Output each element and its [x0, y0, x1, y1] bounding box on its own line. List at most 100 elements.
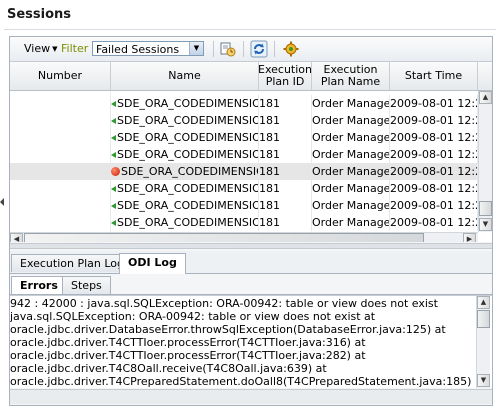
chevron-down-icon: ▼ [52, 45, 58, 53]
toolbar-separator [213, 41, 214, 57]
ok-status-icon [111, 220, 116, 226]
table-row[interactable]: SDE_ORA_CODEDIMENSION_DI181Order Managem… [10, 112, 478, 129]
splitter-handle[interactable] [10, 243, 492, 249]
cell-start-time: 2009-08-01 12:26 [390, 180, 478, 197]
cell-plan-name: Order Managem [312, 214, 390, 231]
tab-errors[interactable]: Errors [11, 276, 67, 294]
session-name: SDE_ORA_CODEDIMENSION_Cl [117, 148, 258, 161]
session-name: SDE_ORA_CODEDIMENSION_Cl [117, 182, 258, 195]
table-header: Number Name Execution Plan ID Execution … [10, 62, 492, 91]
cell-plan-id: 181 [259, 129, 312, 146]
log-line: oracle.jdbc.driver.T4C8Oall.receive(T4C8… [10, 362, 327, 375]
error-status-icon [111, 167, 120, 176]
ok-status-icon [111, 203, 116, 209]
cell-start-time: 2009-08-01 12:26 [390, 163, 478, 180]
cell-name: SDE_ORA_CODEDIMENSION_Cl [111, 129, 259, 146]
column-header-name[interactable]: Name [111, 62, 259, 90]
run-button[interactable] [282, 40, 300, 58]
sessions-table: Number Name Execution Plan ID Execution … [10, 62, 492, 242]
ok-status-icon [111, 101, 116, 107]
cell-number [10, 129, 111, 146]
ok-status-icon [111, 118, 116, 124]
table-row[interactable]: SDE_ORA_CODEDIMENSION_Cl181Order Managem… [10, 180, 478, 197]
status-strip [10, 389, 492, 404]
scroll-thumb[interactable] [479, 201, 492, 216]
tab-steps[interactable]: Steps [62, 276, 111, 294]
toolbar: View ▼ Filter Failed Sessions ▼ [10, 37, 492, 62]
log-line: 942 : 42000 : java.sql.SQLException: ORA… [10, 297, 438, 310]
cell-number [10, 163, 111, 180]
run-icon [283, 41, 299, 57]
cell-start-time: 2009-08-01 12:26 [390, 129, 478, 146]
cell-number [10, 180, 111, 197]
ok-status-icon [111, 186, 116, 192]
refresh-icon [250, 40, 268, 58]
column-header-plan-id[interactable]: Execution Plan ID [258, 62, 312, 90]
cell-plan-id: 181 [259, 180, 312, 197]
table-row[interactable]: SDE_ORA_CODEDIMENSION_Cl181Order Managem… [10, 129, 478, 146]
scroll-down-button[interactable]: ▼ [479, 218, 492, 231]
cell-plan-id: 181 [259, 163, 312, 180]
title-divider [4, 29, 496, 30]
log-line: oracle.jdbc.driver.DatabaseError.throwSq… [10, 323, 446, 336]
odi-log-subtabs: Errors Steps [10, 275, 492, 295]
cell-plan-name: Order Managem [312, 146, 390, 163]
scroll-thumb[interactable] [24, 233, 424, 242]
ok-status-icon [111, 135, 116, 141]
cell-plan-id: 181 [259, 112, 312, 129]
tab-odi-log[interactable]: ODI Log [119, 253, 186, 274]
cell-number [10, 112, 111, 129]
table-row[interactable]: SDE_ORA_CODEDIMENSION_Cl181Order Managem… [10, 146, 478, 163]
scroll-up-button[interactable]: ▲ [477, 296, 490, 309]
log-vertical-scrollbar[interactable]: ▲ ▼ [476, 296, 490, 388]
session-name: SDE_ORA_CODEDIMENSION_C [117, 199, 259, 212]
table-vertical-scrollbar[interactable]: ▲ ▼ [478, 91, 492, 232]
cell-number [10, 146, 111, 163]
cell-name: SDE_ORA_CODEDIMENSION_D [111, 95, 259, 112]
session-name: SDE_ORA_CODEDIMENSION_D [117, 97, 259, 110]
log-line: oracle.jdbc.driver.T4CTTIoer.processErro… [10, 349, 366, 362]
cell-name: SDE_ORA_CODEDIMENSION_C( [111, 214, 259, 231]
cell-plan-id: 181 [259, 95, 312, 112]
scroll-right-button[interactable]: ▶ [463, 233, 476, 242]
scroll-thumb[interactable] [477, 310, 490, 328]
ok-status-icon [111, 152, 116, 158]
cell-plan-id: 181 [259, 214, 312, 231]
view-menu[interactable]: View ▼ [24, 42, 58, 55]
table-row[interactable]: SDE_ORA_CODEDIMENSION_Cl181Order Managem… [10, 163, 478, 180]
refresh-button[interactable] [250, 40, 268, 58]
cell-name: SDE_ORA_CODEDIMENSION_DI [111, 112, 259, 129]
filter-select[interactable]: Failed Sessions ▼ [92, 41, 204, 56]
cell-plan-name: Order Managem [312, 163, 390, 180]
session-name: SDE_ORA_CODEDIMENSION_DI [117, 114, 258, 127]
view-menu-label: View [24, 42, 51, 55]
column-header-start-time[interactable]: Start Time [390, 62, 478, 90]
tab-execution-plan-log[interactable]: Execution Plan Log [11, 254, 134, 272]
table-row[interactable]: SDE_ORA_CODEDIMENSION_C181Order Managem2… [10, 197, 478, 214]
detach-icon [220, 42, 236, 57]
detach-button[interactable] [219, 40, 237, 58]
cell-plan-id: 181 [259, 197, 312, 214]
cell-number [10, 197, 111, 214]
cell-name: SDE_ORA_CODEDIMENSION_Cl [111, 146, 259, 163]
scroll-down-button[interactable]: ▼ [477, 374, 490, 387]
log-line: oracle.jdbc.driver.T4CPreparedStatement.… [10, 375, 475, 387]
session-name: SDE_ORA_CODEDIMENSION_Cl [117, 131, 258, 144]
cell-plan-name: Order Managem [312, 129, 390, 146]
column-header-number[interactable]: Number [10, 62, 111, 90]
table-row[interactable]: SDE_ORA_CODEDIMENSION_D181Order Managem2… [10, 95, 478, 112]
table-horizontal-scrollbar[interactable]: ◀ ▶ [10, 232, 478, 242]
table-row[interactable]: SDE_ORA_CODEDIMENSION_C(181Order Managem… [10, 214, 478, 231]
scroll-up-button[interactable]: ▲ [479, 91, 492, 104]
table-body: SDE_ORA_CODEDIMENSION_D181Order Managem2… [10, 91, 478, 232]
error-log-text[interactable]: 942 : 42000 : java.sql.SQLException: ORA… [10, 297, 475, 387]
chevron-down-icon[interactable]: ▼ [189, 42, 203, 55]
filter-label: Filter [61, 42, 89, 55]
scroll-left-button[interactable]: ◀ [10, 233, 23, 242]
log-line: java.sql.SQLException: ORA-00942: table … [10, 310, 376, 323]
column-header-filler [478, 62, 492, 90]
sessions-panel: View ▼ Filter Failed Sessions ▼ Number N… [9, 36, 493, 406]
collapse-handle-icon[interactable] [0, 198, 4, 206]
column-header-plan-name[interactable]: Execution Plan Name [312, 62, 390, 90]
cell-number [10, 95, 111, 112]
